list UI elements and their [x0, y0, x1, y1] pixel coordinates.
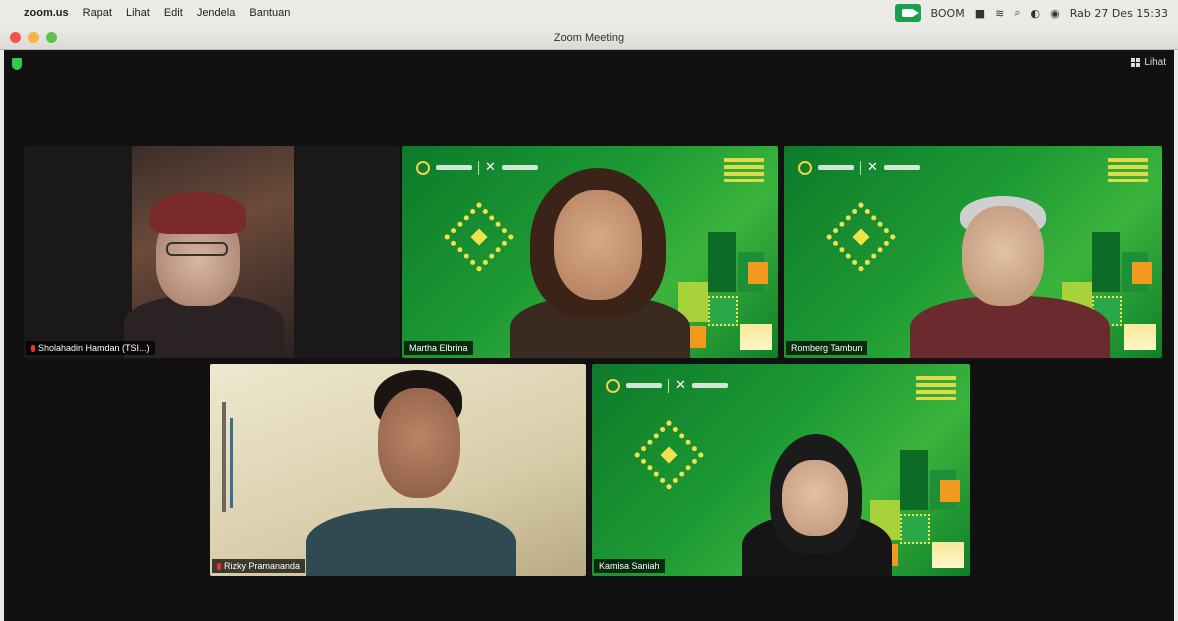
participant-name-tag: Sholahadin Hamdan (TSI...)	[26, 341, 155, 355]
meeting-gallery-view: Lihat Sholahadin Hamdan (TSI...) ✕ Marth…	[4, 50, 1174, 621]
event-badge-graphic	[724, 158, 764, 182]
logo-text-graphic	[883, 165, 920, 170]
x-logo-icon: ✕	[675, 378, 686, 393]
menu-bantuan[interactable]: Bantuan	[249, 7, 290, 19]
window-titlebar[interactable]: Zoom Meeting	[0, 26, 1178, 50]
participant-name: Rizky Pramananda	[224, 561, 301, 571]
zoom-camera-status-icon[interactable]	[894, 4, 921, 22]
muted-mic-icon	[31, 344, 35, 352]
close-window-button[interactable]	[10, 32, 21, 43]
menu-edit[interactable]: Edit	[164, 7, 183, 19]
participant-video-tile[interactable]: Sholahadin Hamdan (TSI...)	[24, 146, 400, 358]
status-text-boom[interactable]: BOOM	[931, 7, 965, 20]
battery-icon[interactable]: ■	[975, 7, 985, 20]
gallery-grid-icon	[1131, 58, 1141, 67]
virtual-background-logos: ✕	[416, 160, 538, 175]
x-logo-icon: ✕	[485, 160, 496, 175]
participant-name-tag: Rizky Pramananda	[212, 559, 306, 573]
batik-motif-graphic	[633, 419, 705, 491]
menu-jendela[interactable]: Jendela	[197, 7, 236, 19]
logo-text-graphic	[501, 165, 538, 170]
logo-text-graphic	[626, 383, 662, 388]
fullscreen-window-button[interactable]	[46, 32, 57, 43]
menu-rapat[interactable]: Rapat	[83, 7, 112, 19]
participant-video-tile[interactable]: ✕ Martha Elbrina	[402, 146, 778, 358]
menu-lihat[interactable]: Lihat	[126, 7, 150, 19]
university-seal-icon	[606, 378, 620, 393]
macos-menubar: zoom.us Rapat Lihat Edit Jendela Bantuan…	[0, 0, 1178, 26]
participant-name-tag: Martha Elbrina	[404, 341, 473, 355]
participant-name: Martha Elbrina	[409, 343, 468, 353]
batik-motif-graphic	[825, 201, 897, 273]
participant-video-tile[interactable]: Rizky Pramananda	[210, 364, 586, 576]
batik-motif-graphic	[443, 201, 515, 273]
participant-glasses	[166, 242, 228, 256]
menubar-clock[interactable]: Rab 27 Des 15:33	[1070, 7, 1168, 20]
security-shield-icon[interactable]	[12, 58, 22, 70]
virtual-background-logos: ✕	[798, 160, 920, 175]
background-object	[230, 418, 233, 508]
logo-text-graphic	[691, 383, 728, 388]
participant-video-tile[interactable]: ✕ Kamisa Saniah	[592, 364, 970, 576]
participant-video-tile[interactable]: ✕ Romberg Tambun	[784, 146, 1162, 358]
window-title: Zoom Meeting	[553, 31, 625, 44]
wifi-icon[interactable]: ≋	[995, 7, 1004, 20]
muted-mic-icon	[217, 562, 221, 570]
control-center-icon[interactable]: ◐	[1031, 7, 1041, 20]
siri-icon[interactable]: ◉	[1050, 7, 1060, 20]
menubar-status-area: BOOM ■ ≋ ⌕ ◐ ◉ Rab 27 Des 15:33	[894, 4, 1168, 22]
event-badge-graphic	[1108, 158, 1148, 182]
view-button[interactable]: Lihat	[1131, 57, 1166, 68]
participant-name: Kamisa Saniah	[599, 561, 660, 571]
menu-app-name[interactable]: zoom.us	[24, 7, 69, 19]
x-logo-icon: ✕	[867, 160, 878, 175]
participant-name-tag: Kamisa Saniah	[594, 559, 665, 573]
university-seal-icon	[416, 160, 430, 175]
event-badge-graphic	[916, 376, 956, 400]
minimize-window-button[interactable]	[28, 32, 39, 43]
participant-name: Sholahadin Hamdan (TSI...)	[38, 343, 150, 353]
search-icon[interactable]: ⌕	[1014, 6, 1020, 20]
logo-text-graphic	[818, 165, 854, 170]
window-controls	[0, 32, 57, 43]
university-seal-icon	[798, 160, 812, 175]
view-button-label: Lihat	[1144, 57, 1166, 68]
virtual-background-logos: ✕	[606, 378, 728, 393]
participant-hat	[150, 192, 246, 234]
participant-name: Romberg Tambun	[791, 343, 863, 353]
logo-text-graphic	[436, 165, 472, 170]
participant-name-tag: Romberg Tambun	[786, 341, 868, 355]
background-object	[222, 402, 226, 512]
